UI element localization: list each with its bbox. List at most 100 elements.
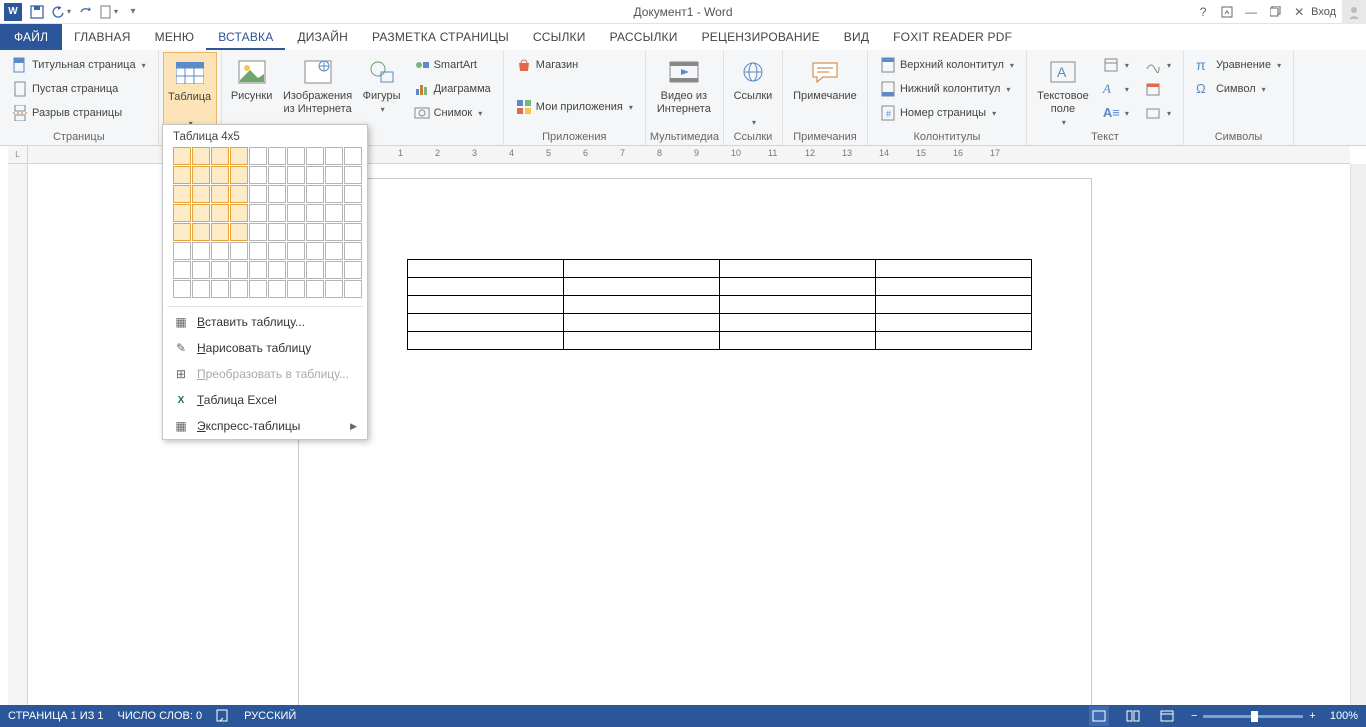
dropcap-button[interactable]: A≡▾ <box>1099 102 1133 124</box>
ribbon-display-options[interactable] <box>1215 0 1239 24</box>
label: Нижний колонтитул <box>900 83 1000 95</box>
table-button[interactable]: Таблица▾ <box>163 52 217 131</box>
wordart-button[interactable]: A▾ <box>1099 78 1133 100</box>
group-title: Страницы <box>4 131 154 145</box>
convert-icon: ⊞ <box>173 366 189 382</box>
preview-table <box>407 259 1032 350</box>
close-button[interactable]: ✕ <box>1287 0 1311 24</box>
online-pictures-button[interactable]: Изображения из Интернета <box>278 52 358 116</box>
blank-page-button[interactable]: Пустая страница <box>8 78 150 100</box>
smartart-button[interactable]: SmartArt <box>410 54 495 76</box>
tab-view[interactable]: ВИД <box>832 24 881 50</box>
label: Рисунки <box>231 90 273 103</box>
screenshot-button[interactable]: Снимок▾ <box>410 102 495 124</box>
minimize-button[interactable]: — <box>1239 0 1263 24</box>
equation-button[interactable]: πУравнение▾ <box>1192 54 1285 76</box>
header-button[interactable]: Верхний колонтитул▾ <box>876 54 1018 76</box>
user-avatar[interactable] <box>1342 0 1366 24</box>
svg-text:#: # <box>886 109 891 119</box>
slider-thumb[interactable] <box>1251 711 1258 722</box>
cover-page-button[interactable]: Титульная страница▾ <box>8 54 150 76</box>
signin-label[interactable]: Вход <box>1311 6 1336 18</box>
tab-references[interactable]: ССЫЛКИ <box>521 24 598 50</box>
zoom-in-button[interactable]: + <box>1309 710 1315 722</box>
label: Магазин <box>536 59 578 71</box>
label: Мои приложения <box>536 101 623 113</box>
svg-text:A: A <box>1057 64 1067 80</box>
table-icon <box>174 57 206 89</box>
datetime-button[interactable] <box>1141 78 1175 100</box>
page <box>298 178 1092 705</box>
object-button[interactable]: ▾ <box>1141 102 1175 124</box>
undo-button[interactable]: ▾ <box>50 1 72 23</box>
zoom-out-button[interactable]: − <box>1191 710 1197 722</box>
zoom-level[interactable]: 100% <box>1330 710 1358 722</box>
group-apps: Магазин Мои приложения▾ Приложения <box>504 50 646 145</box>
insert-table-item[interactable]: ▦ВВставить таблицу...ставить таблицу... <box>163 309 367 335</box>
page-break-button[interactable]: Разрыв страницы <box>8 102 150 124</box>
group-media: Видео из Интернета Мультимедиа <box>646 50 724 145</box>
tab-design[interactable]: ДИЗАЙН <box>285 24 360 50</box>
group-title: Ссылки <box>728 131 778 145</box>
view-web-layout[interactable] <box>1157 706 1177 726</box>
quickparts-button[interactable]: ▾ <box>1099 54 1133 76</box>
tab-file[interactable]: ФАЙЛ <box>0 24 62 50</box>
label: Ссылки <box>734 90 773 103</box>
page-number-button[interactable]: #Номер страницы▾ <box>876 102 1018 124</box>
table-size-grid[interactable] <box>163 147 367 304</box>
excel-icon: X <box>173 392 189 408</box>
online-video-button[interactable]: Видео из Интернета <box>650 52 718 116</box>
status-page[interactable]: СТРАНИЦА 1 ИЗ 1 <box>8 710 104 722</box>
tab-mailings[interactable]: РАССЫЛКИ <box>598 24 690 50</box>
links-button[interactable]: Ссылки▾ <box>728 52 778 129</box>
scrollbar-vertical[interactable] <box>1350 164 1366 705</box>
slider-track[interactable] <box>1203 715 1303 718</box>
status-language[interactable]: РУССКИЙ <box>244 710 296 722</box>
view-print-layout[interactable] <box>1089 706 1109 726</box>
label: Верхний колонтитул <box>900 59 1004 71</box>
view-read-mode[interactable] <box>1123 706 1143 726</box>
group-symbols: πУравнение▾ ΩСимвол▾ Символы <box>1184 50 1294 145</box>
textbox-button[interactable]: AТекстовое поле▾ <box>1031 52 1095 129</box>
save-button[interactable] <box>26 1 48 23</box>
myapps-button[interactable]: Мои приложения▾ <box>512 96 637 118</box>
tab-insert[interactable]: ВСТАВКА <box>206 24 285 50</box>
titlebar: W ▾ ▾ ▾ Документ1 - Word ? — ✕ Вход <box>0 0 1366 24</box>
excel-table-item[interactable]: XТаблица Excel <box>163 387 367 413</box>
shapes-button[interactable]: Фигуры▾ <box>358 52 406 116</box>
restore-button[interactable] <box>1263 0 1287 24</box>
qat-customize[interactable]: ▾ <box>122 1 144 23</box>
ribbon-tabs: ФАЙЛ ГЛАВНАЯ Меню ВСТАВКА ДИЗАЙН РАЗМЕТК… <box>0 24 1366 50</box>
label: Разрыв страницы <box>32 107 122 119</box>
ruler-vertical[interactable] <box>8 164 28 705</box>
pictures-button[interactable]: Рисунки <box>226 52 278 103</box>
footer-button[interactable]: Нижний колонтитул▾ <box>876 78 1018 100</box>
help-button[interactable]: ? <box>1191 0 1215 24</box>
blank-page-icon <box>12 81 28 97</box>
draw-table-item[interactable]: ✎Нарисовать таблицу <box>163 335 367 361</box>
tab-menu[interactable]: Меню <box>143 24 207 50</box>
signature-button[interactable]: ▾ <box>1141 54 1175 76</box>
store-button[interactable]: Магазин <box>512 54 637 76</box>
tab-home[interactable]: ГЛАВНАЯ <box>62 24 142 50</box>
new-doc-button[interactable]: ▾ <box>98 1 120 23</box>
smartart-icon <box>414 57 430 73</box>
redo-button[interactable] <box>74 1 96 23</box>
comment-button[interactable]: Примечание <box>787 52 863 103</box>
popup-title: Таблица 4x5 <box>163 125 367 147</box>
footer-icon <box>880 81 896 97</box>
status-wordcount[interactable]: ЧИСЛО СЛОВ: 0 <box>118 710 203 722</box>
zoom-slider[interactable]: − + <box>1191 710 1316 722</box>
video-icon <box>668 56 700 88</box>
tab-layout[interactable]: РАЗМЕТКА СТРАНИЦЫ <box>360 24 521 50</box>
quick-tables-item[interactable]: ▦Экспресс-таблицы▶ <box>163 413 367 439</box>
ruler-corner[interactable]: L <box>8 146 28 164</box>
label: Примечание <box>793 90 857 103</box>
tab-review[interactable]: РЕЦЕНЗИРОВАНИЕ <box>690 24 832 50</box>
header-icon <box>880 57 896 73</box>
group-header-footer: Верхний колонтитул▾ Нижний колонтитул▾ #… <box>868 50 1027 145</box>
status-proofing-icon[interactable] <box>216 708 230 725</box>
chart-button[interactable]: Диаграмма <box>410 78 495 100</box>
symbol-button[interactable]: ΩСимвол▾ <box>1192 78 1285 100</box>
tab-foxit[interactable]: Foxit Reader PDF <box>881 24 1024 50</box>
